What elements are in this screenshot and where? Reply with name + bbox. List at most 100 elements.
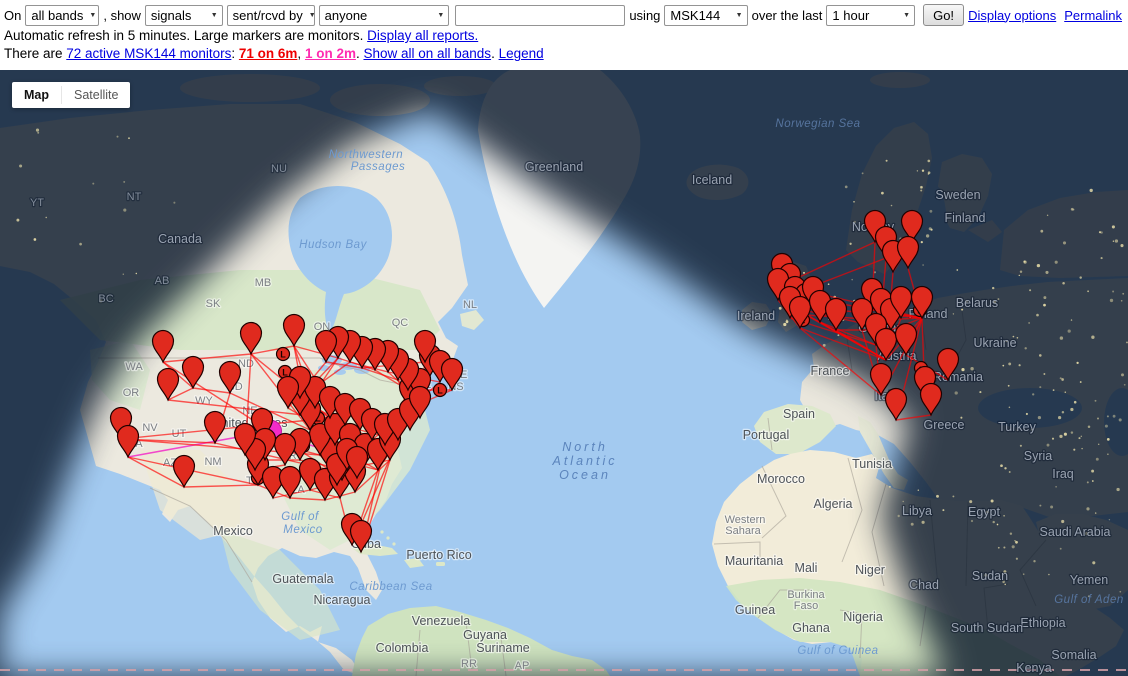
permalink-link[interactable]: Permalink bbox=[1064, 8, 1122, 23]
map-label: Ukraine bbox=[973, 336, 1016, 350]
active-monitors-link[interactable]: 72 active MSK144 monitors bbox=[66, 46, 231, 61]
map-label: North bbox=[562, 440, 608, 454]
map-label: Morocco bbox=[757, 472, 805, 486]
query-controls-row: On all bands▼ , show signals▼ sent/rcvd … bbox=[0, 0, 1128, 27]
map-label: Somalia bbox=[1051, 648, 1096, 662]
map-label: Yemen bbox=[1070, 573, 1109, 587]
map-label: France bbox=[811, 364, 850, 378]
map-label: Guyana bbox=[463, 628, 507, 642]
map-label: BC bbox=[98, 293, 113, 305]
monitors-6m-link[interactable]: 71 on 6m bbox=[239, 46, 298, 61]
map-label: Guinea bbox=[735, 603, 775, 617]
map-label: Puerto Rico bbox=[406, 548, 471, 562]
using-label: using bbox=[629, 8, 660, 23]
colon-text: : bbox=[231, 46, 239, 61]
sent-rcvd-select[interactable]: sent/rcvd by▼ bbox=[227, 5, 315, 26]
map-label: WA bbox=[125, 361, 143, 373]
map-label: Kenya bbox=[1016, 661, 1051, 675]
map-label: Sudan bbox=[972, 569, 1008, 583]
map-label: NT bbox=[127, 191, 142, 203]
map-label: Chad bbox=[909, 578, 939, 592]
report-marker[interactable]: L bbox=[277, 348, 290, 361]
map-label: Finland bbox=[945, 211, 986, 225]
map-label: Turkey bbox=[998, 420, 1036, 434]
world-map[interactable]: Norwegian Sea NorthwesternPassages Hudson … bbox=[0, 70, 1128, 676]
refresh-status-text: Automatic refresh in 5 minutes. Large ma… bbox=[4, 28, 367, 43]
map-label: NM bbox=[204, 456, 221, 468]
map-label: AP bbox=[515, 660, 530, 672]
map-label: Portugal bbox=[743, 428, 790, 442]
map-label: Greenland bbox=[525, 160, 583, 174]
chevron-down-icon: ▼ bbox=[211, 12, 218, 19]
map-label: Gulf of bbox=[281, 511, 320, 523]
map-label: Canada bbox=[158, 232, 202, 246]
map-label: Gulf of Guinea bbox=[797, 645, 878, 657]
comma-text: , bbox=[297, 46, 305, 61]
map-label: NL bbox=[463, 299, 477, 311]
map-label: Ethiopia bbox=[1020, 616, 1065, 630]
there-are-text: There are bbox=[4, 46, 66, 61]
map-label: Hudson Bay bbox=[299, 239, 367, 251]
map-label: Nicaragua bbox=[314, 593, 371, 607]
map-label: Mexico bbox=[213, 524, 253, 538]
map-label: Atlantic bbox=[552, 454, 618, 468]
map-label: Mexico bbox=[283, 524, 323, 536]
show-all-bands-link[interactable]: Show all on all bands bbox=[363, 46, 491, 61]
map-label: SK bbox=[206, 298, 221, 310]
map-label: Romania bbox=[933, 370, 983, 384]
legend-link[interactable]: Legend bbox=[499, 46, 544, 61]
map-label: NU bbox=[271, 163, 287, 175]
map-label: Iceland bbox=[692, 173, 732, 187]
display-options-link[interactable]: Display options bbox=[968, 8, 1056, 23]
mode-select[interactable]: MSK144▼ bbox=[664, 5, 747, 26]
map-label: AB bbox=[155, 275, 170, 287]
satellite-view-button[interactable]: Satellite bbox=[62, 82, 130, 108]
map-label: Niger bbox=[855, 563, 885, 577]
map-label: Tunisia bbox=[852, 457, 892, 471]
svg-text:L: L bbox=[280, 350, 286, 360]
over-last-label: over the last bbox=[752, 8, 823, 23]
map-label: Colombia bbox=[376, 641, 429, 655]
toolbar: On all bands▼ , show signals▼ sent/rcvd … bbox=[0, 0, 1128, 70]
map-label: South Sudan bbox=[951, 621, 1023, 635]
map-container[interactable]: Norwegian Sea NorthwesternPassages Hudson … bbox=[0, 70, 1128, 676]
map-label: Iraq bbox=[1052, 467, 1074, 481]
map-label: Suriname bbox=[476, 641, 530, 655]
map-label: Norwegian Sea bbox=[775, 118, 860, 130]
map-label: Mali bbox=[795, 561, 818, 575]
chevron-down-icon: ▼ bbox=[309, 12, 316, 19]
map-label: Ocean bbox=[559, 468, 611, 482]
status-line-2: There are 72 active MSK144 monitors: 71 … bbox=[0, 45, 1128, 63]
svg-text:L: L bbox=[437, 386, 443, 396]
go-button[interactable]: Go! bbox=[923, 4, 964, 26]
map-label: Saudi Arabia bbox=[1040, 525, 1111, 539]
show-label: , show bbox=[103, 8, 141, 23]
map-label: NV bbox=[142, 422, 158, 434]
map-label: YT bbox=[30, 197, 44, 209]
on-label: On bbox=[4, 8, 21, 23]
map-label: MB bbox=[255, 277, 272, 289]
map-label: Sahara bbox=[725, 525, 761, 537]
time-range-select[interactable]: 1 hour▼ bbox=[826, 5, 915, 26]
map-label: Nigeria bbox=[843, 610, 883, 624]
monitors-2m-link[interactable]: 1 on 2m bbox=[305, 46, 356, 61]
callsign-input[interactable] bbox=[455, 5, 625, 26]
map-label: Gulf of Aden bbox=[1054, 594, 1124, 606]
map-label: Guatemala bbox=[272, 572, 333, 586]
map-type-control: Map Satellite bbox=[12, 82, 130, 108]
map-label: Syria bbox=[1024, 449, 1053, 463]
signals-select[interactable]: signals▼ bbox=[145, 5, 223, 26]
map-label: Spain bbox=[783, 407, 815, 421]
band-select[interactable]: all bands▼ bbox=[25, 5, 99, 26]
toolbar-links: Display options Permalink bbox=[968, 8, 1124, 23]
chevron-down-icon: ▼ bbox=[437, 12, 444, 19]
map-label: Faso bbox=[794, 600, 818, 612]
display-all-reports-link[interactable]: Display all reports. bbox=[367, 28, 478, 43]
report-marker[interactable]: L bbox=[434, 384, 447, 397]
map-view-button[interactable]: Map bbox=[12, 82, 61, 108]
map-label: Passages bbox=[351, 161, 406, 173]
anyone-select[interactable]: anyone▼ bbox=[319, 5, 450, 26]
map-label: Mauritania bbox=[725, 554, 783, 568]
map-label: Northwestern bbox=[329, 149, 403, 161]
map-label: Belarus bbox=[956, 296, 998, 310]
